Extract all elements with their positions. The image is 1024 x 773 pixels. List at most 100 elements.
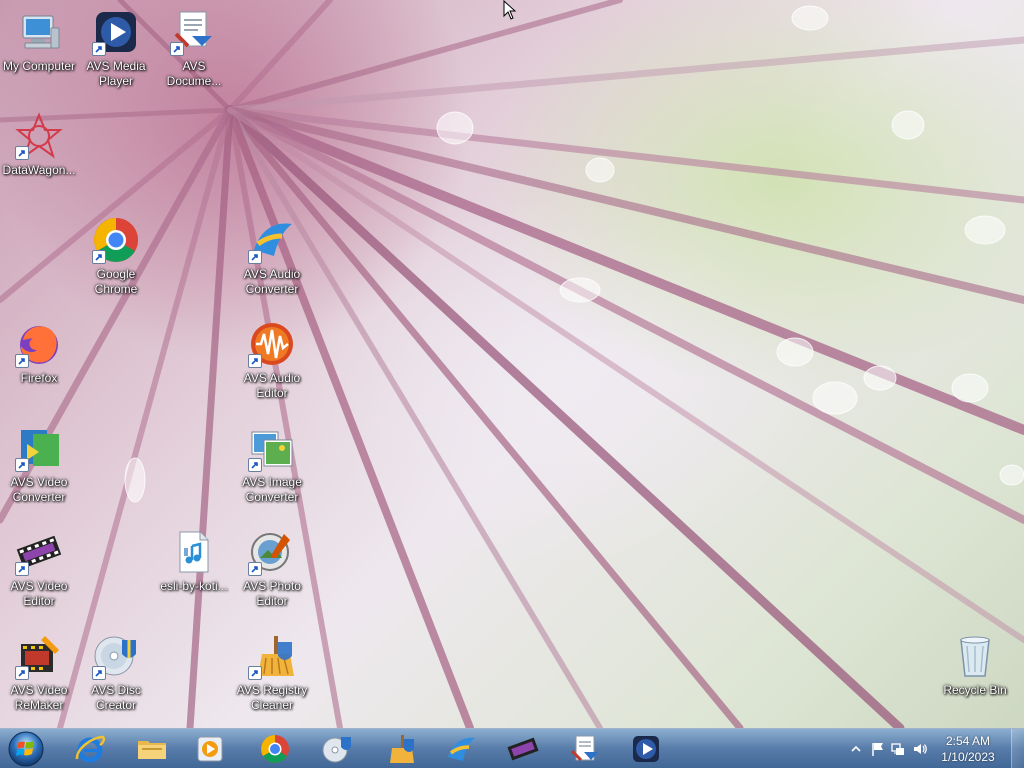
clock-date: 1/10/2023 xyxy=(941,750,995,764)
video-remaker-icon xyxy=(15,632,63,680)
media-player-icon xyxy=(197,736,223,762)
shortcut-arrow-icon xyxy=(248,354,262,368)
desktop-icon-google-chrome[interactable]: Google Chrome xyxy=(77,216,155,297)
desktop-icon-label: AVS Registry Cleaner xyxy=(236,683,308,712)
document-converter-icon xyxy=(570,735,598,762)
firefox-icon xyxy=(15,320,63,368)
taskbar-avs-media-player[interactable] xyxy=(622,731,670,767)
desktop-icon-label: Firefox xyxy=(20,371,58,385)
taskbar-media-player[interactable] xyxy=(186,731,234,767)
notification-area: 2:54 AM 1/10/2023 xyxy=(834,729,1024,769)
audio-converter-icon xyxy=(248,216,296,264)
shortcut-arrow-icon xyxy=(15,666,29,680)
audio-converter-icon xyxy=(448,737,475,761)
disc-creator-icon xyxy=(322,737,351,763)
shortcut-arrow-icon xyxy=(92,42,106,56)
desktop-icon-avs-audio-editor[interactable]: AVS Audio Editor xyxy=(233,320,311,401)
clock-time: 2:54 AM xyxy=(945,734,991,748)
desktop-icon-label: AVS Disc Creator xyxy=(91,683,141,712)
desktop-icon-label: Recycle Bin xyxy=(943,683,1007,697)
desktop-icon-label: My Computer xyxy=(2,59,76,73)
shortcut-arrow-icon xyxy=(15,354,29,368)
shortcut-arrow-icon xyxy=(170,42,184,56)
taskbar-chrome[interactable] xyxy=(251,731,299,767)
desktop-icon-label: AVS Photo Editor xyxy=(243,579,301,608)
shortcut-arrow-icon xyxy=(92,250,106,264)
chrome-icon xyxy=(92,216,140,264)
document-converter-icon xyxy=(170,8,218,56)
desktop-icon-avs-video-converter[interactable]: AVS Video Converter xyxy=(0,424,78,505)
taskbar-audio-converter[interactable] xyxy=(437,731,485,767)
wallpaper xyxy=(0,0,1024,728)
taskbar-registry-cleaner[interactable] xyxy=(376,731,424,767)
desktop-icon-datawagon[interactable]: DataWagon... xyxy=(0,112,78,178)
desktop-icon-label: AVS Audio Converter xyxy=(243,267,301,296)
desktop-icon-avs-video-editor[interactable]: AVS Video Editor xyxy=(0,528,78,609)
audio-file-icon xyxy=(170,528,218,576)
desktop-icon-recycle-bin[interactable]: Recycle Bin xyxy=(936,632,1014,698)
datawagon-icon xyxy=(15,112,63,160)
taskbar-disc-creator[interactable] xyxy=(313,731,361,767)
desktop-icon-label: Google Chrome xyxy=(94,267,138,296)
action-center-flag-icon[interactable] xyxy=(870,741,886,757)
chrome-icon xyxy=(261,735,289,763)
computer-icon xyxy=(15,8,63,56)
desktop-icon-avs-image-converter[interactable]: AVS Image Converter xyxy=(233,424,311,505)
recycle-bin-icon xyxy=(951,632,999,680)
video-editor-icon xyxy=(507,737,539,761)
desktop-icon-label: AVS Media Player xyxy=(86,59,146,88)
internet-explorer-icon xyxy=(75,735,106,763)
desktop-icon-label: AVS Video ReMaker xyxy=(10,683,68,712)
shortcut-arrow-icon xyxy=(248,458,262,472)
video-editor-icon xyxy=(15,528,63,576)
desktop-icon-avs-media-player[interactable]: AVS Media Player xyxy=(77,8,155,89)
windows-logo-icon xyxy=(8,731,44,767)
registry-cleaner-icon xyxy=(248,632,296,680)
desktop-icon-label: esli-by-koti... xyxy=(160,579,228,593)
volume-icon[interactable] xyxy=(912,741,928,757)
avs-media-player-icon xyxy=(633,736,659,762)
avs-media-player-icon xyxy=(92,8,140,56)
shortcut-arrow-icon xyxy=(92,666,106,680)
desktop-icon-label: AVS Video Editor xyxy=(10,579,68,608)
shortcut-arrow-icon xyxy=(248,666,262,680)
system-clock[interactable]: 2:54 AM 1/10/2023 xyxy=(932,733,1004,765)
shortcut-arrow-icon xyxy=(248,250,262,264)
registry-cleaner-icon xyxy=(390,735,414,763)
taskbar-video-editor[interactable] xyxy=(499,731,547,767)
desktop-icon-label: DataWagon... xyxy=(2,163,76,177)
desktop-icon-label: AVS Image Converter xyxy=(242,475,302,504)
desktop-icon-avs-document-converter[interactable]: AVS Docume... xyxy=(155,8,233,89)
desktop-icon-my-computer[interactable]: My Computer xyxy=(0,8,78,74)
network-icon[interactable] xyxy=(890,741,906,757)
shortcut-arrow-icon xyxy=(15,562,29,576)
shortcut-arrow-icon xyxy=(15,458,29,472)
shortcut-arrow-icon xyxy=(248,562,262,576)
desktop-icon-firefox[interactable]: Firefox xyxy=(0,320,78,386)
desktop-icon-label: AVS Video Converter xyxy=(10,475,68,504)
desktop-icon-label: AVS Docume... xyxy=(166,59,222,88)
video-converter-icon xyxy=(15,424,63,472)
audio-editor-icon xyxy=(248,320,296,368)
taskbar-file-explorer[interactable] xyxy=(128,731,176,767)
show-desktop-button[interactable] xyxy=(1011,729,1024,769)
mouse-cursor-icon xyxy=(503,0,517,20)
desktop-icon-avs-registry-cleaner[interactable]: AVS Registry Cleaner xyxy=(233,632,311,713)
desktop-icon-label: AVS Audio Editor xyxy=(243,371,301,400)
image-converter-icon xyxy=(248,424,296,472)
desktop-icon-avs-photo-editor[interactable]: AVS Photo Editor xyxy=(233,528,311,609)
shortcut-arrow-icon xyxy=(15,146,29,160)
taskbar-internet-explorer[interactable] xyxy=(66,731,114,767)
disc-creator-icon xyxy=(92,632,140,680)
start-button[interactable] xyxy=(6,730,46,767)
desktop-icon-esli-by-koti[interactable]: esli-by-koti... xyxy=(155,528,233,594)
photo-editor-icon xyxy=(248,528,296,576)
desktop[interactable]: My Computer AVS Media Player AVS Docume.… xyxy=(0,0,1024,728)
desktop-icon-avs-disc-creator[interactable]: AVS Disc Creator xyxy=(77,632,155,713)
desktop-icon-avs-video-remaker[interactable]: AVS Video ReMaker xyxy=(0,632,78,713)
taskbar: 2:54 AM 1/10/2023 xyxy=(0,728,1024,769)
desktop-icon-avs-audio-converter[interactable]: AVS Audio Converter xyxy=(233,216,311,297)
folder-icon xyxy=(138,741,166,759)
taskbar-document-converter[interactable] xyxy=(561,731,609,767)
show-hidden-icons-chevron-icon[interactable] xyxy=(848,741,864,757)
